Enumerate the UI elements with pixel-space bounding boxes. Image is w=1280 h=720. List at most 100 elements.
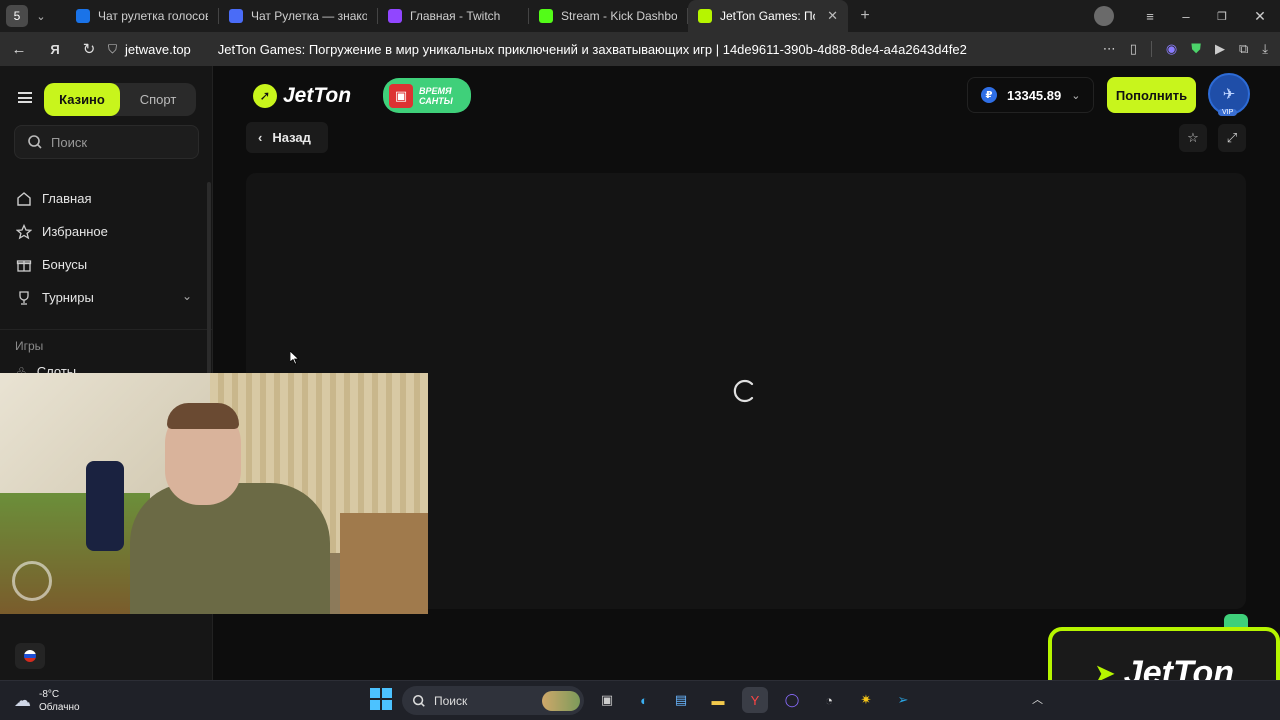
loading-spinner-icon: [733, 379, 754, 403]
weather-text: Облачно: [39, 702, 80, 713]
browser-tab[interactable]: Stream - Kick Dashboard: [529, 0, 687, 32]
star-icon: [16, 223, 32, 239]
browser-tab[interactable]: Главная - Twitch: [378, 0, 528, 32]
ruble-icon: ₽: [981, 87, 997, 103]
page-title: JetTon Games: Погружение в мир уникальны…: [217, 41, 967, 57]
menu-icon[interactable]: ≡: [1132, 9, 1168, 24]
address-bar: ← Я ↻ ⛉ jetwave.top JetTon Games: Погруж…: [0, 32, 1280, 66]
profile-avatar[interactable]: ✈ VIP: [1208, 73, 1250, 116]
tabs-dropdown-icon[interactable]: ⌄: [28, 10, 54, 23]
browser-tab[interactable]: Чат Рулетка — знакомств: [219, 0, 377, 32]
close-window-icon[interactable]: ✕: [1240, 8, 1280, 25]
reload-icon[interactable]: ↻: [76, 40, 102, 58]
taskbar-search[interactable]: Поиск: [402, 686, 584, 715]
tab-favicon-icon: [698, 9, 712, 23]
browser-tab[interactable]: Чат рулетка голосовая —: [66, 0, 218, 32]
gift-box-icon: ▣: [389, 83, 413, 108]
sidebar-item-home[interactable]: Главная: [0, 182, 200, 215]
tab-favicon-icon: [388, 9, 402, 23]
telegram-icon[interactable]: ➢: [890, 687, 916, 713]
tab-title: Чат рулетка голосовая —: [98, 9, 208, 23]
url-field[interactable]: ⛉ jetwave.top: [108, 42, 191, 57]
alice-icon[interactable]: ◯: [779, 687, 805, 713]
sidebar-item-label: Турниры: [42, 290, 94, 305]
chevron-left-icon: ‹: [258, 130, 263, 145]
bookmark-icon[interactable]: ▯: [1130, 41, 1137, 57]
obs-icon[interactable]: ◔: [816, 687, 842, 713]
task-view-icon[interactable]: ▣: [594, 687, 620, 713]
favorite-star-button[interactable]: ☆: [1179, 124, 1207, 152]
store-icon[interactable]: ▤: [668, 687, 694, 713]
hamburger-icon[interactable]: [18, 92, 32, 103]
lock-icon: ⛉: [108, 41, 118, 56]
gift-icon: [16, 259, 32, 272]
new-tab-button[interactable]: +: [854, 5, 876, 27]
tab-favicon-icon: [229, 9, 243, 23]
download-icon[interactable]: ⤓: [1262, 41, 1268, 57]
jetton-logo[interactable]: ➚ JetTon: [253, 80, 351, 112]
close-tab-icon[interactable]: ✕: [827, 8, 838, 24]
chevron-down-icon: ⌄: [1071, 89, 1081, 102]
home-icon: [17, 191, 31, 206]
language-button[interactable]: [15, 643, 45, 669]
browser-tab-bar: 5 ⌄ Чат рулетка голосовая — Чат Рулетка —…: [0, 0, 1280, 32]
start-button[interactable]: [370, 688, 392, 710]
tab-sport[interactable]: Спорт: [120, 83, 196, 116]
search-input[interactable]: Поиск: [14, 125, 199, 159]
back-label: Назад: [272, 130, 311, 145]
minimize-icon[interactable]: –: [1168, 9, 1204, 24]
search-highlight-icon: [542, 690, 580, 711]
streamer-logo-icon: [12, 561, 52, 601]
temperature: -8°C: [39, 689, 60, 700]
search-icon: [28, 135, 42, 149]
sidebar-item-bonuses[interactable]: Бонусы: [0, 248, 200, 281]
explorer-icon[interactable]: ▬: [705, 687, 731, 713]
restore-icon[interactable]: ❐: [1204, 10, 1240, 23]
mic-device: [86, 461, 124, 551]
expand-icon: ⤢: [1226, 130, 1238, 145]
browser-tab[interactable]: JetTon Games: Погруже ✕: [688, 0, 848, 32]
tab-count-badge[interactable]: 5: [6, 5, 28, 27]
shield-icon[interactable]: ⛊: [1191, 41, 1201, 57]
app-icon[interactable]: ✷: [853, 687, 879, 713]
yandex-browser-icon[interactable]: Y: [742, 687, 768, 713]
tray-chevron-icon[interactable]: ︿: [1032, 691, 1043, 707]
tab-title: Чат Рулетка — знакомств: [251, 9, 367, 23]
back-arrow-icon[interactable]: ←: [6, 41, 32, 58]
section-games-heading: Игры: [15, 339, 44, 353]
sidebar-item-favorites[interactable]: Избранное: [0, 215, 200, 248]
tab-favicon-icon: [76, 9, 90, 23]
deposit-button[interactable]: Пополнить: [1107, 77, 1196, 113]
tab-favicon-icon: [539, 9, 553, 23]
vip-badge: VIP: [1218, 109, 1238, 116]
webcam-overlay: [0, 373, 428, 614]
avatar[interactable]: [1094, 6, 1114, 26]
sidebar-item-tournaments[interactable]: Турниры ⌄: [0, 281, 200, 314]
logo-icon: ➚: [253, 84, 277, 108]
url-domain: jetwave.top: [125, 41, 191, 57]
person-torso: [130, 483, 330, 614]
star-icon: ☆: [1187, 130, 1199, 145]
promo-text: ВРЕМЯ САНТЫ: [419, 85, 453, 106]
casino-sport-switch: Казино Спорт: [44, 83, 196, 116]
fullscreen-button[interactable]: ⤢: [1218, 124, 1246, 152]
more-icon[interactable]: ⋯: [1103, 41, 1116, 57]
taskbar: ☁ -8°C Облачно Поиск ▣ ◐ ▤ ▬ Y ◯ ◔ ✷ ➢ ︿: [0, 680, 1280, 720]
russia-flag-icon: [24, 650, 36, 662]
yandex-icon[interactable]: Я: [42, 42, 68, 57]
chevron-down-icon[interactable]: ⌄: [182, 289, 192, 303]
tab-title: Stream - Kick Dashboard: [561, 9, 677, 23]
logo-text: JetTon: [283, 84, 352, 107]
tab-casino[interactable]: Казино: [44, 83, 120, 116]
weather-widget[interactable]: ☁ -8°C Облачно: [14, 688, 80, 714]
cloud-icon: ☁: [14, 691, 31, 710]
extensions-icon[interactable]: ⧉: [1239, 41, 1248, 57]
balance-selector[interactable]: ₽ 13345.89 ⌄: [967, 77, 1094, 113]
edge-icon[interactable]: ◐: [631, 687, 657, 713]
play-icon[interactable]: ▶: [1215, 41, 1225, 57]
sidebar-item-label: Избранное: [42, 224, 108, 239]
sidebar-item-label: Главная: [42, 191, 92, 206]
gamepad-icon[interactable]: ◉: [1166, 41, 1177, 57]
back-button[interactable]: ‹ Назад: [246, 122, 328, 153]
santa-promo-badge[interactable]: ▣ ВРЕМЯ САНТЫ: [383, 78, 471, 113]
